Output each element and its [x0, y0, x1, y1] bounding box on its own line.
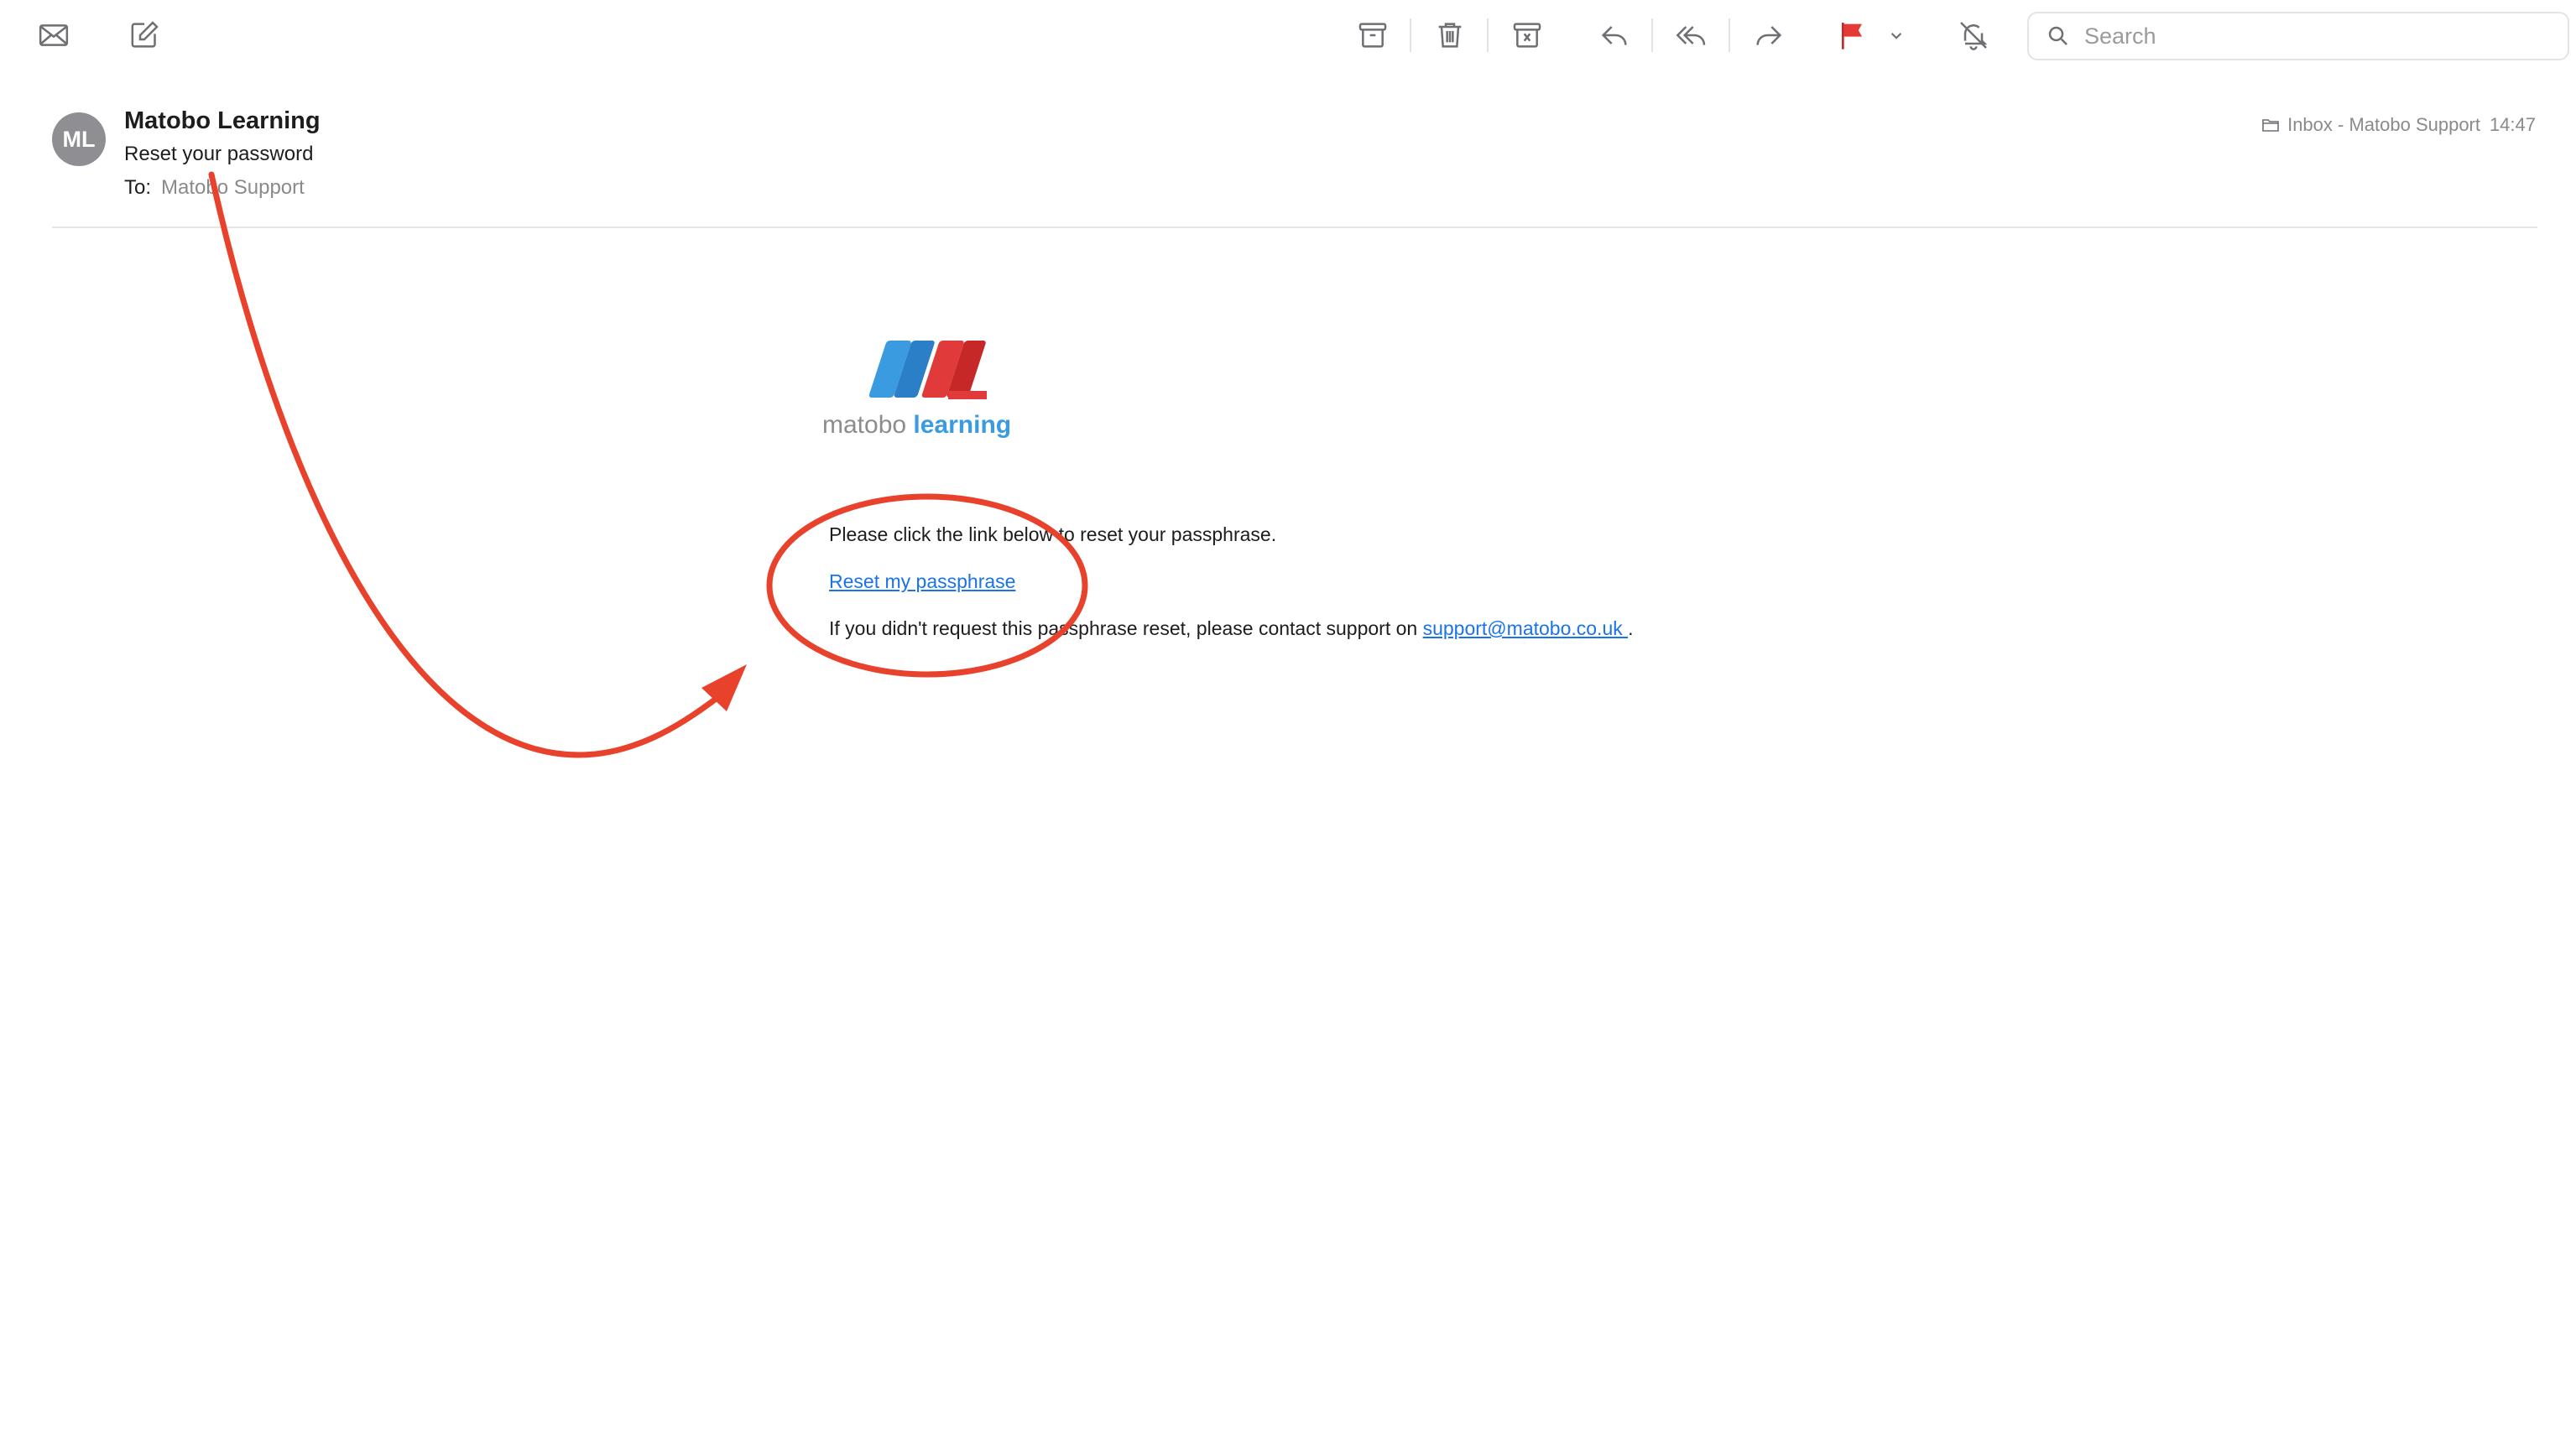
support-email-link[interactable]: support@matobo.co.uk	[1423, 617, 1629, 639]
toolbar-separator	[1410, 18, 1411, 52]
support-text: If you didn't request this passphrase re…	[829, 617, 1634, 640]
trash-icon	[1438, 23, 1462, 48]
sender-name: Matobo Learning	[124, 107, 321, 134]
message-time: 14:47	[2489, 114, 2536, 135]
reply-all-button[interactable]	[1665, 8, 1718, 62]
flag-button[interactable]	[1826, 8, 1880, 62]
mute-bell-icon	[1960, 22, 1988, 50]
annotation-arrow-curve	[208, 171, 733, 758]
support-text-suffix: .	[1628, 617, 1634, 639]
archive-button[interactable]	[1346, 8, 1400, 62]
search-input[interactable]	[2083, 22, 2556, 50]
reset-link-row: Reset my passphrase	[829, 570, 1015, 593]
toolbar-separator	[1729, 18, 1730, 52]
annotation-overlay	[208, 171, 1088, 758]
avatar: ML	[52, 112, 106, 166]
mailbox-location[interactable]: Inbox - Matobo Support	[2261, 114, 2480, 136]
instruction-text: Please click the link below to reset you…	[829, 523, 1277, 545]
mailbox-name: Inbox - Matobo Support	[2287, 114, 2480, 135]
junk-icon	[1513, 23, 1541, 48]
search-icon	[2048, 26, 2068, 45]
search-field[interactable]	[2027, 12, 2569, 60]
matobo-logo-wordmark: matobo learning	[822, 411, 1011, 440]
chevron-down-icon	[1890, 33, 1902, 39]
mail-icon	[39, 24, 69, 46]
flag-icon	[1842, 23, 1862, 49]
recipient-line: To: Matobo Support	[124, 176, 305, 200]
flag-dropdown-button[interactable]	[1880, 8, 1913, 62]
forward-button[interactable]	[1742, 8, 1796, 62]
reply-all-icon	[1676, 26, 1706, 45]
arrowhead	[701, 664, 747, 711]
mute-button[interactable]	[1947, 8, 2000, 62]
get-mail-button[interactable]	[27, 8, 81, 62]
toolbar	[0, 0, 2576, 74]
reset-passphrase-link[interactable]: Reset my passphrase	[829, 570, 1015, 592]
to-label: To:	[124, 176, 152, 199]
reply-icon	[1601, 26, 1627, 45]
compose-button[interactable]	[117, 8, 171, 62]
archive-icon	[1358, 23, 1387, 48]
compose-icon	[131, 21, 159, 48]
message-subject: Reset your password	[124, 143, 314, 165]
header-divider	[52, 226, 2537, 228]
toolbar-separator	[1487, 18, 1489, 52]
recipient-name[interactable]: Matobo Support	[161, 176, 305, 199]
forward-icon	[1756, 26, 1782, 45]
logo-text-strong: learning	[913, 411, 1012, 439]
logo-text-light: matobo	[822, 411, 914, 439]
trash-button[interactable]	[1423, 8, 1477, 62]
reply-button[interactable]	[1588, 8, 1641, 62]
logo-red-base	[948, 391, 987, 399]
folder-icon	[2262, 119, 2279, 132]
support-text-prefix: If you didn't request this passphrase re…	[829, 617, 1423, 639]
toolbar-separator	[1651, 18, 1653, 52]
junk-button[interactable]	[1500, 8, 1554, 62]
